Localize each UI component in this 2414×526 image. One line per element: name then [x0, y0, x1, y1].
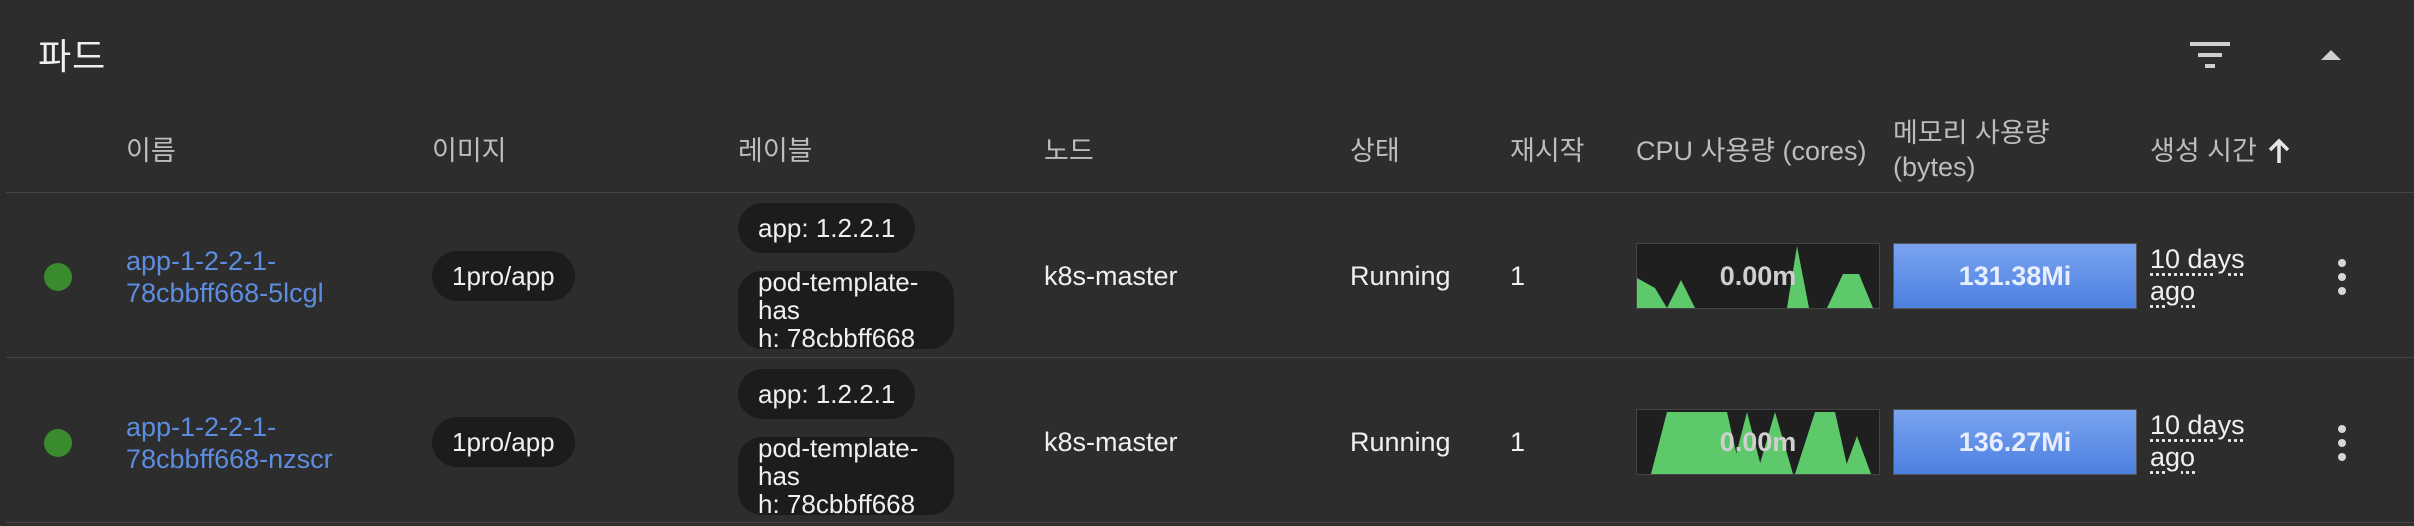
more-vertical-icon[interactable] [2332, 423, 2352, 468]
cpu-sparkline[interactable]: 0.00m [1636, 409, 1880, 475]
pod-name-line1[interactable]: app-1-2-2-1- [126, 245, 426, 277]
created-age-line1: 10 days [2150, 244, 2245, 274]
table-row: app-1-2-2-1- 78cbbff668-nzscr 1pro/app a… [6, 358, 2414, 523]
node-value: k8s-master [1044, 427, 1178, 457]
column-memory-line2: (bytes) [1893, 152, 1976, 182]
chevron-up-icon[interactable] [2316, 44, 2346, 69]
status-dot-icon [44, 429, 72, 457]
created-age[interactable]: 10 days ago [2150, 409, 2245, 473]
table-row: app-1-2-2-1- 78cbbff668-5lcgl 1pro/app a… [6, 193, 2414, 358]
created-age-line2: ago [2150, 442, 2196, 472]
created-age[interactable]: 10 days ago [2150, 243, 2245, 307]
column-created-label: 생성 시간 [2150, 136, 2257, 166]
label-chip: app: 1.2.2.1 [738, 369, 916, 419]
card-title: 파드 [38, 36, 107, 77]
column-memory: 메모리 사용량 (bytes) [1893, 116, 2050, 184]
image-chip: 1pro/app [432, 251, 575, 301]
label-chip-text: app: 1.2.2.1 [758, 379, 896, 409]
label-chip-text-line1: pod-template-has [758, 433, 919, 491]
more-vertical-icon[interactable] [2332, 257, 2352, 302]
column-memory-line1: 메모리 사용량 [1893, 118, 2050, 148]
pods-card: 파드 이름 이미지 레이블 노드 상태 재시작 CPU 사용량 (cores) … [6, 0, 2414, 526]
memory-value: 131.38Mi [1958, 260, 2072, 291]
restarts-value: 1 [1510, 427, 1526, 457]
label-chip-text-line2: h: 78cbbff668 [758, 489, 916, 519]
arrow-up-icon [2268, 138, 2290, 163]
image-chip-text: 1pro/app [452, 261, 555, 291]
column-node: 노드 [1044, 136, 1094, 166]
pod-name-line2[interactable]: 78cbbff668-5lcgl [126, 277, 426, 309]
memory-bar[interactable]: 131.38Mi [1893, 243, 2137, 309]
label-chip: pod-template-has h: 78cbbff668 [738, 267, 954, 353]
status-dot-icon [44, 263, 72, 291]
image-chip-text: 1pro/app [452, 427, 555, 457]
status-value: Running [1350, 427, 1451, 457]
column-restarts: 재시작 [1510, 136, 1585, 166]
label-chip: app: 1.2.2.1 [738, 203, 916, 253]
cpu-value: 0.00m [1719, 260, 1797, 291]
pod-name-link[interactable]: app-1-2-2-1- 78cbbff668-nzscr [126, 411, 426, 475]
label-chip-text: app: 1.2.2.1 [758, 213, 896, 243]
image-chip: 1pro/app [432, 417, 575, 467]
label-chip-text-line1: pod-template-has [758, 267, 919, 325]
pod-name-line2[interactable]: 78cbbff668-nzscr [126, 443, 426, 475]
memory-value: 136.27Mi [1958, 426, 2072, 457]
label-chip-text-line2: h: 78cbbff668 [758, 323, 916, 353]
created-age-line2: ago [2150, 276, 2196, 306]
column-image: 이미지 [432, 136, 507, 166]
status-value: Running [1350, 261, 1451, 291]
column-status: 상태 [1350, 136, 1400, 166]
node-value: k8s-master [1044, 261, 1178, 291]
label-chip: pod-template-has h: 78cbbff668 [738, 433, 954, 519]
restarts-value: 1 [1510, 261, 1526, 291]
cpu-value: 0.00m [1719, 426, 1797, 457]
created-age-line1: 10 days [2150, 410, 2245, 440]
column-cpu: CPU 사용량 (cores) [1636, 136, 1867, 166]
pod-name-link[interactable]: app-1-2-2-1- 78cbbff668-5lcgl [126, 245, 426, 309]
pod-name-line1[interactable]: app-1-2-2-1- [126, 411, 426, 443]
table-header: 이름 이미지 레이블 노드 상태 재시작 CPU 사용량 (cores) 메모리… [6, 110, 2414, 193]
cpu-sparkline[interactable]: 0.00m [1636, 243, 1880, 309]
memory-bar[interactable]: 136.27Mi [1893, 409, 2137, 475]
filter-icon[interactable] [2186, 38, 2234, 77]
column-created[interactable]: 생성 시간 [2150, 134, 2291, 168]
column-name[interactable]: 이름 [126, 134, 176, 168]
column-labels: 레이블 [738, 136, 813, 166]
